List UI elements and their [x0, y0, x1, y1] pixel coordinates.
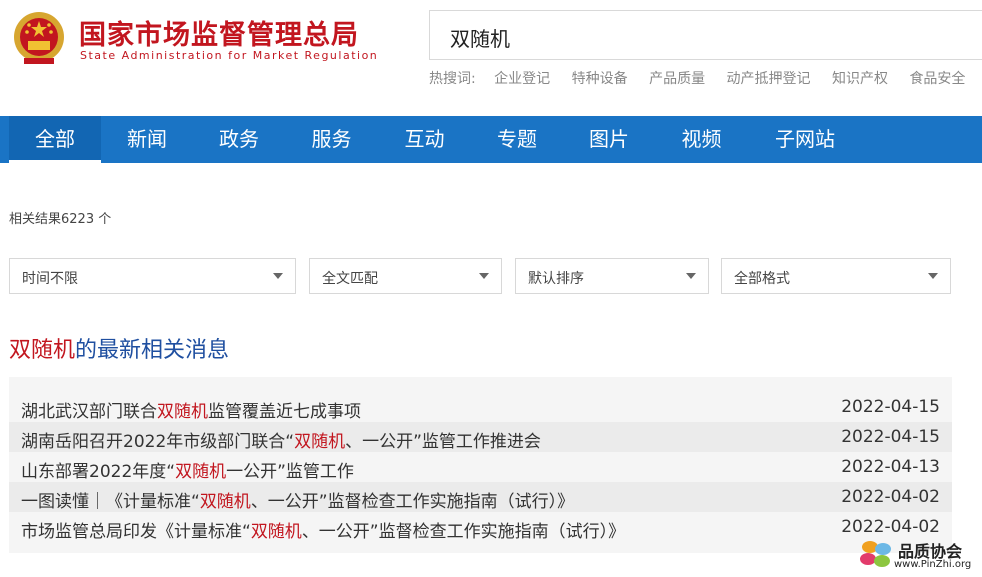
- hot-word-link[interactable]: 食品安全: [909, 71, 965, 87]
- news-row[interactable]: 市场监管总局印发《计量标准“双随机、一公开”监督检查工作实施指南（试行）》 20…: [9, 512, 952, 542]
- hot-word-link[interactable]: 特种设备: [572, 71, 628, 87]
- tab-services[interactable]: 服务: [285, 116, 378, 163]
- tab-news[interactable]: 新闻: [101, 116, 193, 163]
- chevron-down-icon: [686, 273, 696, 279]
- heading-suffix: 的最新相关消息: [75, 338, 230, 363]
- site-subtitle: State Administration for Market Regulati…: [80, 49, 379, 62]
- news-title-link[interactable]: 湖北武汉部门联合双随机监管覆盖近七成事项: [21, 397, 361, 422]
- watermark-url: www.PinZhi.org: [894, 559, 972, 570]
- news-row[interactable]: 一图读懂｜《计量标准“双随机、一公开”监督检查工作实施指南（试行）》 2022-…: [9, 482, 952, 512]
- match-filter-label: 全文匹配: [322, 271, 378, 287]
- news-date: 2022-04-13: [841, 457, 940, 477]
- latest-news-heading: 双随机的最新相关消息: [9, 332, 229, 364]
- news-row[interactable]: 湖南岳阳召开2022年市级部门联合“双随机、一公开”监管工作推进会 2022-0…: [9, 422, 952, 452]
- tab-images[interactable]: 图片: [563, 116, 655, 163]
- hot-search-label: 热搜词:: [429, 71, 476, 87]
- time-filter-label: 时间不限: [22, 271, 78, 287]
- tab-videos[interactable]: 视频: [655, 116, 748, 163]
- format-filter-select[interactable]: 全部格式: [721, 258, 951, 294]
- hot-word-link[interactable]: 知识产权: [832, 71, 888, 87]
- hot-word-link[interactable]: 企业登记: [494, 71, 550, 87]
- hot-word-link[interactable]: 产品质量: [649, 71, 705, 87]
- match-filter-select[interactable]: 全文匹配: [309, 258, 502, 294]
- news-date: 2022-04-02: [841, 487, 940, 507]
- tab-topics[interactable]: 专题: [471, 116, 563, 163]
- flower-logo-icon: [860, 541, 891, 567]
- latest-news-list: 湖北武汉部门联合双随机监管覆盖近七成事项 2022-04-15 湖南岳阳召开20…: [9, 377, 952, 553]
- chevron-down-icon: [928, 273, 938, 279]
- news-row[interactable]: 湖北武汉部门联合双随机监管覆盖近七成事项 2022-04-15: [9, 392, 952, 422]
- national-emblem-icon[interactable]: [10, 10, 68, 68]
- search-input[interactable]: 双随机: [429, 10, 982, 60]
- news-title-link[interactable]: 市场监管总局印发《计量标准“双随机、一公开”监督检查工作实施指南（试行）》: [21, 517, 625, 542]
- heading-keyword: 双随机: [9, 338, 76, 363]
- watermark: 品质协会 www.PinZhi.org: [858, 535, 980, 575]
- format-filter-label: 全部格式: [734, 271, 790, 287]
- site-title[interactable]: 国家市场监督管理总局: [79, 13, 359, 52]
- sort-filter-label: 默认排序: [528, 271, 584, 287]
- site-header: 国家市场监督管理总局 State Administration for Mark…: [0, 0, 982, 116]
- hot-search-words: 热搜词: 企业登记 特种设备 产品质量 动产抵押登记 知识产权 食品安全: [429, 68, 982, 88]
- main-nav: 全部 新闻 政务 服务 互动 专题 图片 视频 子网站: [0, 116, 982, 163]
- sort-filter-select[interactable]: 默认排序: [515, 258, 709, 294]
- news-title-link[interactable]: 湖南岳阳召开2022年市级部门联合“双随机、一公开”监管工作推进会: [21, 427, 541, 452]
- news-title-link[interactable]: 山东部署2022年度“双随机一公开”监管工作: [21, 457, 354, 482]
- news-date: 2022-04-15: [841, 397, 940, 417]
- tab-interaction[interactable]: 互动: [378, 116, 471, 163]
- hot-word-link[interactable]: 动产抵押登记: [727, 71, 811, 87]
- time-filter-select[interactable]: 时间不限: [9, 258, 296, 294]
- news-title-link[interactable]: 一图读懂｜《计量标准“双随机、一公开”监督检查工作实施指南（试行）》: [21, 487, 574, 512]
- news-row[interactable]: 山东部署2022年度“双随机一公开”监管工作 2022-04-13: [9, 452, 952, 482]
- news-date: 2022-04-02: [841, 517, 940, 537]
- chevron-down-icon: [273, 273, 283, 279]
- search-query[interactable]: 双随机: [450, 23, 510, 52]
- news-date: 2022-04-15: [841, 427, 940, 447]
- chevron-down-icon: [479, 273, 489, 279]
- tab-all[interactable]: 全部: [9, 116, 101, 163]
- tab-subsites[interactable]: 子网站: [748, 116, 862, 163]
- result-count: 相关结果6223 个: [9, 212, 112, 227]
- tab-government-affairs[interactable]: 政务: [193, 116, 285, 163]
